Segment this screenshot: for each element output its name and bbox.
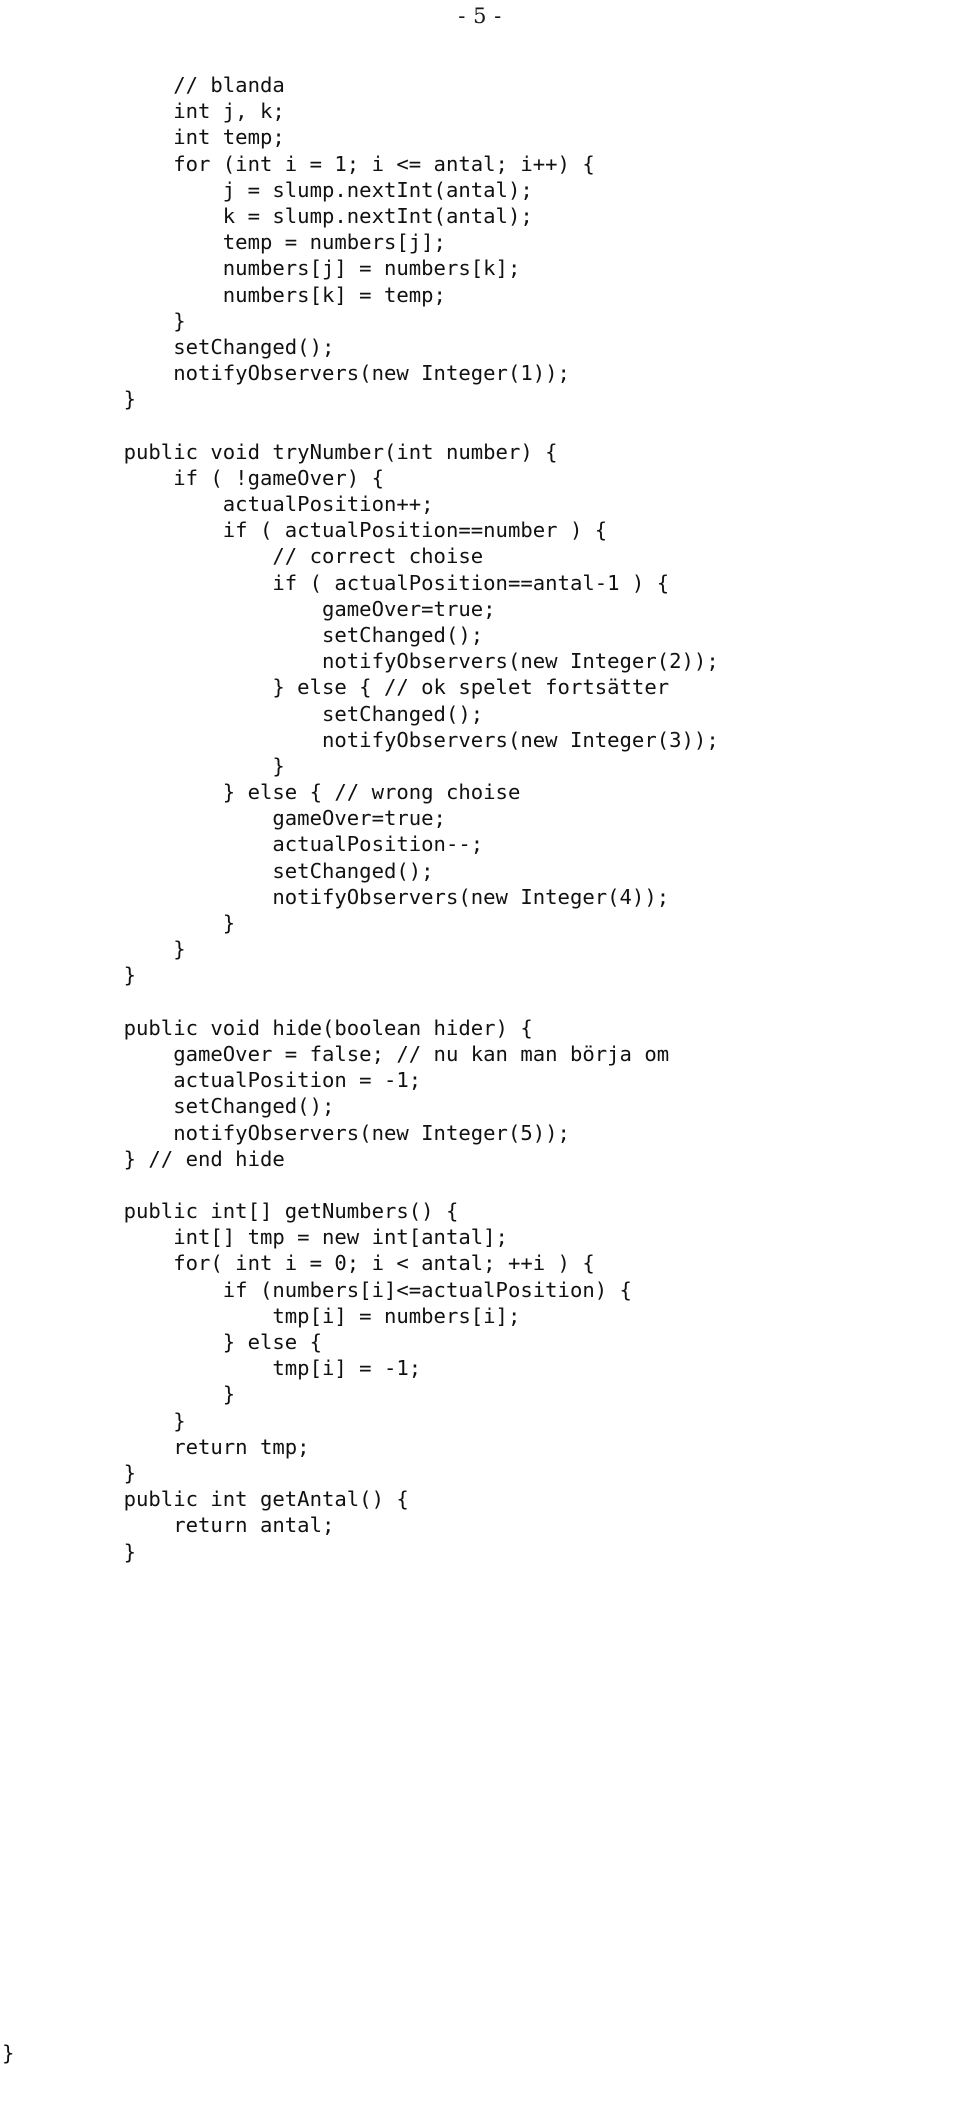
code-line: // correct choise [74, 544, 484, 569]
code-listing: // blanda int j, k; int temp; for (int i… [0, 72, 960, 1565]
code-line: } [74, 387, 136, 412]
code-line: int temp; [74, 125, 285, 150]
code-line: int j, k; [74, 99, 285, 124]
code-line: gameOver = false; // nu kan man börja om [74, 1041, 670, 1066]
code-line: notifyObservers(new Integer(3)); [74, 727, 719, 752]
code-line: setChanged(); [74, 622, 484, 647]
code-line: } [74, 1382, 236, 1407]
code-line: if ( !gameOver) { [74, 465, 384, 490]
code-line: public void tryNumber(int number) { [74, 439, 558, 464]
code-line: notifyObservers(new Integer(1)); [74, 361, 570, 386]
code-line: } [74, 308, 186, 333]
code-line: actualPosition++; [74, 492, 434, 516]
code-line: for( int i = 0; i < antal; ++i ) { [74, 1251, 595, 1276]
code-line: return tmp; [74, 1434, 310, 1459]
code-line: // blanda [74, 73, 285, 97]
code-line: } [74, 1539, 136, 1564]
code-line: } else { [74, 1330, 322, 1354]
code-line: notifyObservers(new Integer(5)); [74, 1120, 570, 1145]
code-line: setChanged(); [74, 858, 434, 883]
code-line: notifyObservers(new Integer(2)); [74, 649, 719, 674]
code-line: j = slump.nextInt(antal); [74, 177, 533, 202]
code-line: if (numbers[i]<=actualPosition) { [74, 1277, 632, 1302]
code-line: setChanged(); [74, 1094, 335, 1119]
code-line: } [74, 937, 186, 962]
code-line: gameOver=true; [74, 806, 446, 831]
code-line: setChanged(); [74, 701, 484, 726]
page-number-header: - 5 - [458, 4, 502, 28]
code-line: } [74, 963, 136, 988]
code-line: gameOver=true; [74, 596, 496, 621]
code-line: tmp[i] = numbers[i]; [74, 1303, 521, 1328]
code-line: setChanged(); [74, 334, 335, 359]
code-line: public int[] getNumbers() { [74, 1199, 459, 1224]
code-line: if ( actualPosition==antal-1 ) { [74, 570, 670, 595]
code-line: public void hide(boolean hider) { [74, 1015, 533, 1040]
code-line: actualPosition = -1; [74, 1068, 422, 1093]
code-line: numbers[j] = numbers[k]; [74, 256, 521, 281]
code-line: public int getAntal() { [74, 1487, 409, 1512]
code-line: for (int i = 1; i <= antal; i++) { [74, 151, 595, 176]
code-line: } else { // ok spelet fortsätter [74, 675, 670, 700]
code-line: notifyObservers(new Integer(4)); [74, 884, 670, 909]
code-line: } else { // wrong choise [74, 780, 521, 805]
code-line: return antal; [74, 1513, 335, 1538]
code-line: int[] tmp = new int[antal]; [74, 1225, 508, 1250]
document-page: - 5 - // blanda int j, k; int temp; for … [0, 0, 960, 2104]
code-line: } [74, 1460, 136, 1485]
code-line: tmp[i] = -1; [74, 1356, 422, 1381]
code-line: numbers[k] = temp; [74, 282, 446, 307]
code-line: if ( actualPosition==number ) { [74, 518, 608, 543]
code-line: } [74, 1408, 186, 1433]
code-line: } [74, 753, 285, 778]
code-line: } [74, 911, 236, 935]
code-line: actualPosition--; [74, 832, 484, 857]
code-line: k = slump.nextInt(antal); [74, 203, 533, 228]
code-line: temp = numbers[j]; [74, 230, 446, 255]
code-line: } // end hide [74, 1146, 285, 1171]
class-closing-brace: } [2, 2041, 15, 2065]
